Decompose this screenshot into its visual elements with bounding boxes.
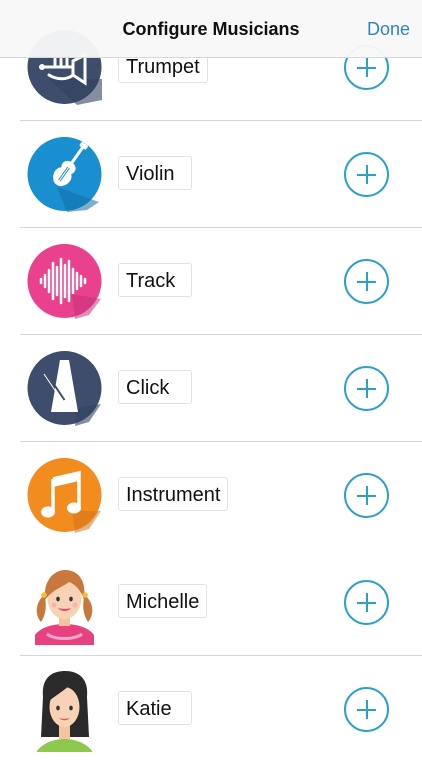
avatar-woman-icon — [27, 667, 102, 752]
list-item-click[interactable]: Click — [0, 335, 422, 442]
add-musician-button[interactable] — [344, 366, 389, 411]
list-item-katie[interactable]: Katie — [0, 656, 422, 763]
violin-icon — [27, 132, 102, 217]
musician-name-label[interactable]: Katie — [118, 691, 192, 725]
musician-name-label[interactable]: Violin — [118, 156, 192, 190]
add-musician-button[interactable] — [344, 580, 389, 625]
list-item-violin[interactable]: Violin — [0, 121, 422, 228]
navigation-bar: Configure Musicians Done — [0, 0, 422, 58]
add-musician-button[interactable] — [344, 687, 389, 732]
waveform-icon — [27, 239, 102, 324]
add-musician-button[interactable] — [344, 259, 389, 304]
musician-name-label[interactable]: Michelle — [118, 584, 208, 618]
page-title: Configure Musicians — [122, 19, 300, 39]
list-item-instrument[interactable]: Instrument — [0, 442, 422, 549]
list-item-michelle[interactable]: Michelle — [0, 549, 422, 656]
musician-name-label[interactable]: Instrument — [118, 477, 229, 511]
musician-name-label[interactable]: Click — [118, 370, 192, 404]
add-musician-button[interactable] — [344, 152, 389, 197]
done-button[interactable]: Done — [367, 19, 410, 40]
metronome-icon — [27, 346, 102, 431]
musician-name-label[interactable]: Track — [118, 263, 192, 297]
add-musician-button[interactable] — [344, 473, 389, 518]
list-item-track[interactable]: Track — [0, 228, 422, 335]
music-note-icon — [27, 453, 102, 538]
avatar-girl-icon — [27, 560, 102, 645]
